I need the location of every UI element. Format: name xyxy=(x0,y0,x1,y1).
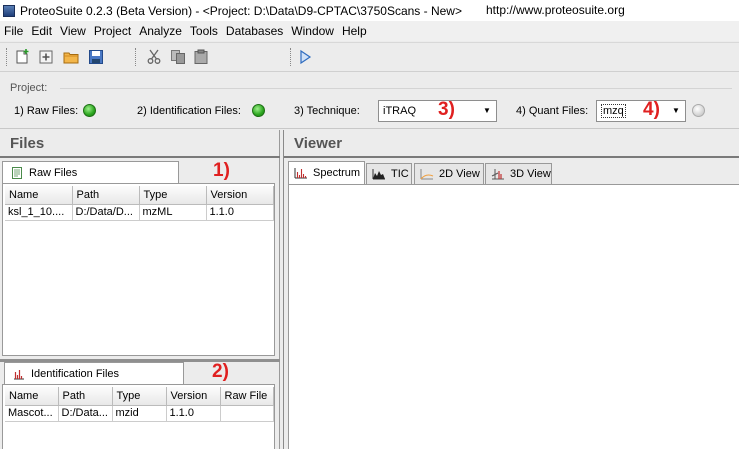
table-cell[interactable]: ksl_1_10.... xyxy=(5,204,73,221)
table-cell[interactable] xyxy=(220,405,274,422)
cut-icon[interactable] xyxy=(146,49,162,65)
run-icon[interactable] xyxy=(297,49,313,65)
project-panel: Project: 1) Raw Files: 2) Identification… xyxy=(0,73,739,129)
column-header[interactable]: Type xyxy=(112,387,167,406)
column-header[interactable]: Name xyxy=(5,186,73,205)
window-title: ProteoSuite 0.2.3 (Beta Version) - <Proj… xyxy=(20,3,462,18)
table-cell[interactable]: Mascot... xyxy=(5,405,59,422)
table-header: Name Path Type Version xyxy=(5,186,274,205)
annotation-3: 3) xyxy=(438,99,455,120)
quant-files-label: 4) Quant Files: xyxy=(516,105,589,117)
identification-files-label: 2) Identification Files: xyxy=(137,105,241,117)
menu-bar: File Edit View Project Analyze Tools Dat… xyxy=(0,21,739,41)
tab-3d-view-label: 3D View xyxy=(510,168,551,180)
menu-window[interactable]: Window xyxy=(287,22,338,40)
chevron-down-icon[interactable]: ▼ xyxy=(480,104,494,118)
tab-3d-view[interactable]: 3D View xyxy=(485,163,552,184)
table-cell[interactable]: mzML xyxy=(139,204,207,221)
copy-icon[interactable] xyxy=(170,49,186,65)
annotation-4: 4) xyxy=(643,99,660,120)
identification-files-table: Name Path Type Version Raw File Mascot..… xyxy=(5,387,274,422)
toolbar-grip xyxy=(6,48,7,66)
menu-analyze[interactable]: Analyze xyxy=(135,22,186,40)
open-folder-icon[interactable] xyxy=(63,49,79,65)
technique-label: 3) Technique: xyxy=(294,105,360,117)
table-row[interactable]: ksl_1_10.... D:/Data/D... mzML 1.1.0 xyxy=(5,204,274,221)
tab-raw-files[interactable]: Raw Files xyxy=(2,161,179,183)
app-icon xyxy=(3,4,15,17)
tab-identification-files-label: Identification Files xyxy=(31,367,120,380)
column-header[interactable]: Type xyxy=(139,186,207,205)
tab-2d-view-label: 2D View xyxy=(439,168,480,180)
document-icon xyxy=(12,166,22,179)
table-cell[interactable]: mzid xyxy=(112,405,167,422)
annotation-1: 1) xyxy=(213,160,230,181)
table-cell[interactable]: D:/Data/D... xyxy=(72,204,140,221)
menu-file[interactable]: File xyxy=(0,22,27,40)
quant-files-status-icon xyxy=(692,104,705,117)
table-header: Name Path Type Version Raw File xyxy=(5,387,274,406)
column-header[interactable]: Path xyxy=(72,186,140,205)
viewer-content-area[interactable] xyxy=(288,184,739,449)
identification-files-table-box: Name Path Type Version Raw File Mascot..… xyxy=(2,384,275,449)
menu-databases[interactable]: Databases xyxy=(222,22,287,40)
raw-files-status-icon xyxy=(83,104,96,117)
files-panel-title: Files xyxy=(10,135,45,152)
technique-value: iTRAQ xyxy=(383,105,416,117)
column-header[interactable]: Version xyxy=(206,186,274,205)
files-title-underline xyxy=(0,156,280,158)
save-icon[interactable] xyxy=(88,49,104,65)
spectrum-icon xyxy=(14,369,24,379)
column-header[interactable]: Raw File xyxy=(220,387,274,406)
tab-2d-view[interactable]: 2D View xyxy=(414,163,484,184)
tic-chart-icon xyxy=(372,169,385,180)
table-cell[interactable]: 1.1.0 xyxy=(166,405,221,422)
tab-raw-files-label: Raw Files xyxy=(29,166,78,179)
tab-spectrum[interactable]: Spectrum xyxy=(288,161,365,184)
3d-view-icon xyxy=(491,169,504,180)
title-bar: ProteoSuite 0.2.3 (Beta Version) - <Proj… xyxy=(0,0,739,21)
quant-files-select[interactable]: mzq ▼ xyxy=(596,100,686,122)
table-row[interactable]: Mascot... D:/Data... mzid 1.1.0 xyxy=(5,405,274,422)
spectrum-icon xyxy=(294,168,307,179)
table-cell[interactable]: 1.1.0 xyxy=(206,204,274,221)
viewer-title-underline xyxy=(284,156,739,158)
project-label: Project: xyxy=(10,82,48,94)
chevron-down-icon[interactable]: ▼ xyxy=(669,104,683,118)
column-header[interactable]: Version xyxy=(166,387,221,406)
raw-files-label: 1) Raw Files: xyxy=(14,105,79,117)
tab-spectrum-label: Spectrum xyxy=(313,167,361,179)
tab-tic-label: TIC xyxy=(391,168,409,180)
toolbar xyxy=(0,42,739,72)
2d-view-icon xyxy=(420,169,434,180)
raw-files-table: Name Path Type Version ksl_1_10.... D:/D… xyxy=(5,186,274,221)
table-cell[interactable]: D:/Data... xyxy=(58,405,113,422)
viewer-panel: Viewer Spectrum TIC 2D View 3D View xyxy=(283,130,739,449)
menu-edit[interactable]: Edit xyxy=(27,22,56,40)
menu-help[interactable]: Help xyxy=(338,22,371,40)
raw-files-table-box: Name Path Type Version ksl_1_10.... D:/D… xyxy=(2,183,275,356)
annotation-2: 2) xyxy=(212,361,229,382)
new-file-icon[interactable] xyxy=(14,49,30,65)
menu-project[interactable]: Project xyxy=(90,22,135,40)
toolbar-separator xyxy=(290,48,291,66)
files-panel: Files Raw Files 1) Name Path Type Versio… xyxy=(0,130,280,449)
tab-tic[interactable]: TIC xyxy=(366,163,412,184)
quant-files-value: mzq xyxy=(601,104,626,118)
viewer-panel-title: Viewer xyxy=(294,135,343,152)
menu-tools[interactable]: Tools xyxy=(186,22,222,40)
menu-view[interactable]: View xyxy=(56,22,90,40)
identification-files-status-icon xyxy=(252,104,265,117)
project-divider xyxy=(60,88,732,89)
column-header[interactable]: Path xyxy=(58,387,113,406)
window-url: http://www.proteosuite.org xyxy=(486,3,625,17)
tab-identification-files[interactable]: Identification Files xyxy=(4,362,184,384)
paste-icon[interactable] xyxy=(193,49,209,65)
column-header[interactable]: Name xyxy=(5,387,59,406)
toolbar-separator xyxy=(135,48,136,66)
add-icon[interactable] xyxy=(38,49,54,65)
